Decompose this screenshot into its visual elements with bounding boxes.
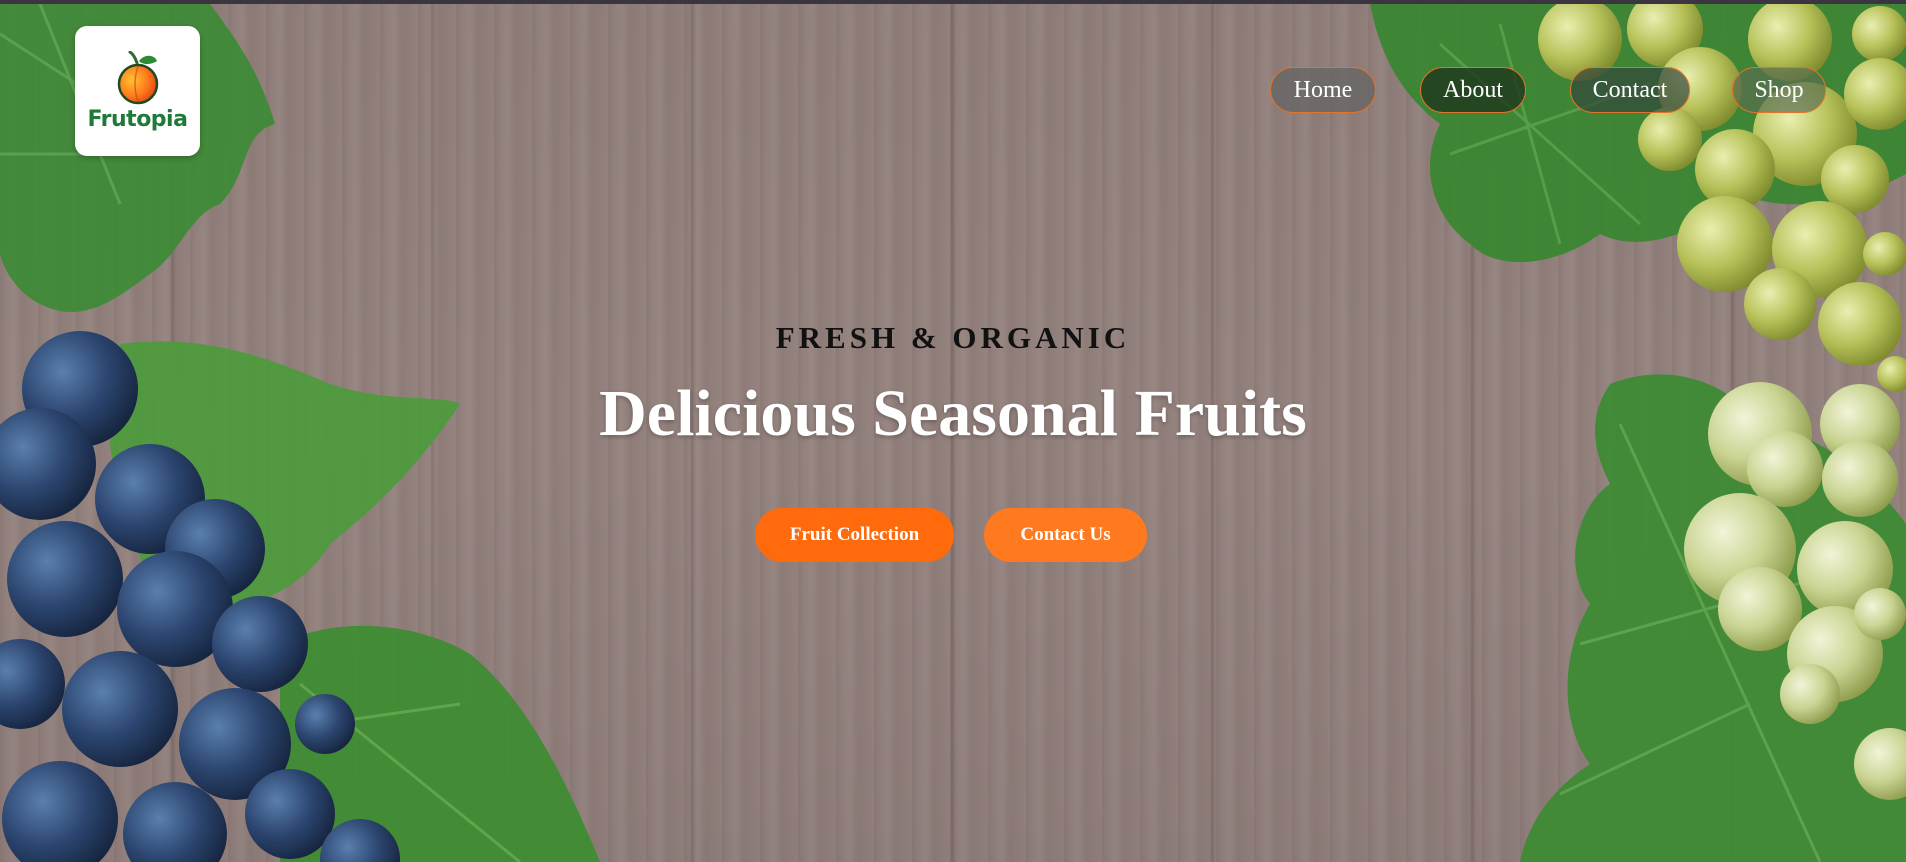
contact-us-button[interactable]: Contact Us — [984, 508, 1147, 562]
nav-about[interactable]: About — [1420, 67, 1526, 113]
hero-section: Frutopia Home About Contact Shop FRESH &… — [0, 4, 1906, 862]
hero-cta-group: Fruit Collection Contact Us — [755, 508, 1147, 562]
nav-contact[interactable]: Contact — [1570, 67, 1690, 113]
nav-home[interactable]: Home — [1270, 67, 1376, 113]
brand-name: Frutopia — [87, 106, 188, 132]
brand-logo[interactable]: Frutopia — [75, 26, 200, 156]
peach-icon — [117, 50, 158, 104]
fruit-collection-button[interactable]: Fruit Collection — [755, 508, 954, 562]
hero-eyebrow: FRESH & ORGANIC — [775, 320, 1131, 355]
hero-title: Delicious Seasonal Fruits — [599, 377, 1307, 450]
nav-shop[interactable]: Shop — [1732, 67, 1826, 113]
